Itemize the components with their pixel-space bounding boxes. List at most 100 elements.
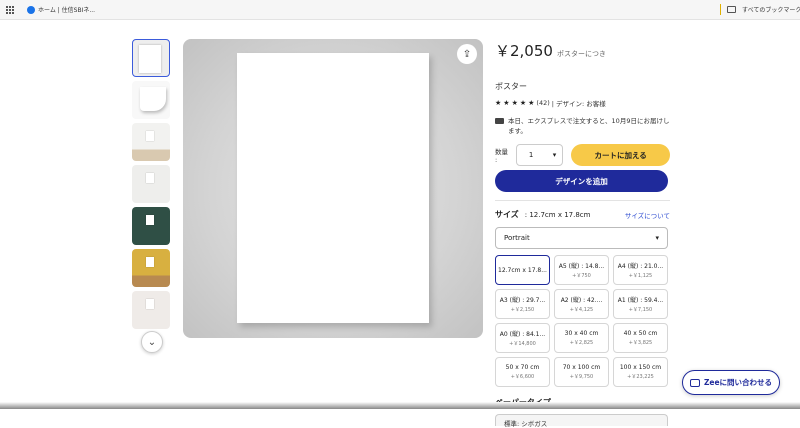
all-bookmarks[interactable]: すべてのブックマーク — [720, 4, 800, 15]
size-option-name: A3 (縦) : 29.7... — [499, 297, 546, 304]
product-type: ポスター — [495, 82, 527, 91]
size-option[interactable]: 100 x 150 cm +￥23,225 — [613, 357, 668, 387]
thumbnail-room-plant[interactable] — [132, 165, 170, 203]
truck-icon — [495, 118, 504, 124]
size-option-price: +￥23,225 — [627, 374, 654, 380]
quantity-value: 1 — [528, 151, 534, 159]
poster-preview-image — [237, 53, 429, 323]
size-option-name: 70 x 100 cm — [562, 364, 601, 371]
size-option[interactable]: 30 x 40 cm +￥2,825 — [554, 323, 609, 353]
half-star-icon: ★ — [528, 99, 535, 107]
price: ￥2,050 — [495, 42, 553, 60]
size-option-price: +￥6,600 — [510, 374, 535, 380]
size-option-name: 12.7cm x 17.8... — [498, 266, 547, 274]
divider — [495, 200, 670, 201]
caret-down-icon: ▾ — [552, 151, 557, 159]
thumbnail-curl[interactable] — [132, 81, 170, 119]
thumbnail-list — [132, 39, 172, 333]
price-unit: ポスターにつき — [556, 50, 606, 58]
size-option-price: +￥9,750 — [569, 374, 594, 380]
shipping-info: 本日、エクスプレスで注文すると、10月9日にお届けします。 — [495, 116, 670, 136]
paper-type-select[interactable]: 標準: シボガス — [495, 414, 668, 428]
size-option-price: +￥4,125 — [569, 307, 594, 313]
caret-down-icon: ▾ — [655, 234, 659, 242]
size-option-name: A0 (縦) : 84.1... — [499, 331, 546, 338]
room-poster-image — [146, 215, 154, 225]
size-option[interactable]: 12.7cm x 17.8... — [495, 255, 550, 285]
chevron-down-icon: ⌄ — [147, 336, 157, 348]
star-icon: ★ — [519, 99, 527, 107]
size-option[interactable]: 70 x 100 cm +￥9,750 — [554, 357, 609, 387]
size-option-price: +￥1,125 — [628, 273, 653, 279]
size-option-price: +￥7,150 — [628, 307, 653, 313]
bookmarks-divider — [720, 4, 721, 15]
quantity-select[interactable]: 1 ▾ — [515, 144, 564, 166]
size-option-name: A2 (縦) : 42.... — [560, 297, 603, 304]
star-icon: ★ — [495, 99, 502, 107]
bookmark-label: ホーム | 住信SBIネ... — [38, 7, 96, 14]
size-option-price: +￥14,800 — [509, 341, 536, 347]
thumbnail-poster[interactable] — [132, 39, 170, 77]
size-option-price: +￥750 — [572, 273, 591, 279]
thumbnail-room-green[interactable] — [132, 207, 170, 245]
bookmark-item[interactable]: ホーム | 住信SBIネ... — [27, 5, 95, 14]
size-option[interactable]: A2 (縦) : 42.... +￥4,125 — [554, 289, 609, 319]
size-option[interactable]: A1 (縦) : 59.4... +￥7,150 — [613, 289, 668, 319]
all-bookmarks-label: すべてのブックマーク — [742, 7, 800, 14]
price-row: ￥2,050 ポスターにつき — [495, 40, 670, 61]
size-option-price: +￥3,825 — [628, 340, 653, 346]
shipping-text: 本日、エクスプレスで注文すると、10月9日にお届けします。 — [508, 117, 670, 135]
current-size: : 12.7cm x 17.8cm — [524, 210, 591, 219]
quantity-row: 数量 : 1 ▾ カートに加える — [495, 144, 670, 166]
size-option[interactable]: 50 x 70 cm +￥6,600 — [495, 357, 550, 387]
size-option-name: A1 (縦) : 59.4... — [617, 297, 664, 304]
star-icon: ★ — [511, 99, 518, 107]
quantity-label: 数量 : — [495, 148, 508, 164]
product-panel: ￥2,050 ポスターにつき ポスター ★ ★ ★ ★ ★ (42) | デザイ… — [495, 40, 670, 428]
size-option-name: 40 x 50 cm — [623, 330, 658, 337]
chat-icon — [689, 378, 700, 387]
apps-grid-icon[interactable] — [6, 6, 14, 14]
share-button[interactable]: ⇪ — [457, 44, 477, 64]
add-design-button[interactable]: デザインを追加 — [495, 170, 668, 192]
size-title: サイズ — [495, 210, 519, 219]
orientation-select[interactable]: Portrait ▾ — [495, 227, 668, 249]
size-info-link[interactable]: サイズについて — [625, 210, 670, 220]
orientation-value: Portrait — [504, 234, 530, 242]
thumbnail-room-beige[interactable] — [132, 291, 170, 329]
size-option[interactable]: A4 (縦) : 21.0... +￥1,125 — [613, 255, 668, 285]
thumbnail-room-desk[interactable] — [132, 123, 170, 161]
product-preview: ⇪ — [183, 39, 483, 338]
size-option-name: A4 (縦) : 21.0... — [617, 263, 664, 270]
size-option-name: 50 x 70 cm — [505, 364, 540, 371]
size-option-name: 100 x 150 cm — [619, 364, 662, 371]
size-options-grid: 12.7cm x 17.8... A5 (縦) : 14.8... +￥750 A… — [495, 255, 670, 387]
room-poster-image — [146, 173, 154, 183]
room-poster-image — [146, 131, 154, 141]
thumbnail-room-yellow[interactable] — [132, 249, 170, 287]
scroll-thumbnails-down-button[interactable]: ⌄ — [141, 331, 163, 353]
room-poster-image — [146, 299, 154, 309]
bookmarks-bar: ホーム | 住信SBIネ... すべてのブックマーク — [0, 0, 800, 20]
size-header: サイズ : 12.7cm x 17.8cm サイズについて — [495, 209, 670, 220]
site-favicon-icon — [27, 5, 35, 14]
room-poster-image — [146, 257, 154, 267]
size-option[interactable]: 40 x 50 cm +￥3,825 — [613, 323, 668, 353]
size-option-price: +￥2,150 — [510, 307, 535, 313]
size-option[interactable]: A3 (縦) : 29.7... +￥2,150 — [495, 289, 550, 319]
size-option-price: +￥2,825 — [569, 340, 594, 346]
design-by: | デザイン: お客様 — [551, 100, 606, 108]
poster-curl-image — [140, 87, 166, 111]
folder-icon — [727, 6, 736, 13]
size-option[interactable]: A5 (縦) : 14.8... +￥750 — [554, 255, 609, 285]
poster-thumb-image — [139, 45, 161, 73]
bottom-shadow — [0, 402, 800, 409]
chat-label: Zeeに問い合わせる — [703, 378, 773, 387]
chat-button[interactable]: Zeeに問い合わせる — [682, 370, 780, 395]
rating-count[interactable]: (42) — [536, 99, 549, 107]
rating-row: ★ ★ ★ ★ ★ (42) | デザイン: お客様 — [495, 98, 670, 108]
star-icon: ★ — [503, 99, 510, 107]
size-option-name: A5 (縦) : 14.8... — [558, 263, 605, 270]
add-to-cart-button[interactable]: カートに加える — [571, 144, 670, 166]
size-option[interactable]: A0 (縦) : 84.1... +￥14,800 — [495, 323, 550, 353]
